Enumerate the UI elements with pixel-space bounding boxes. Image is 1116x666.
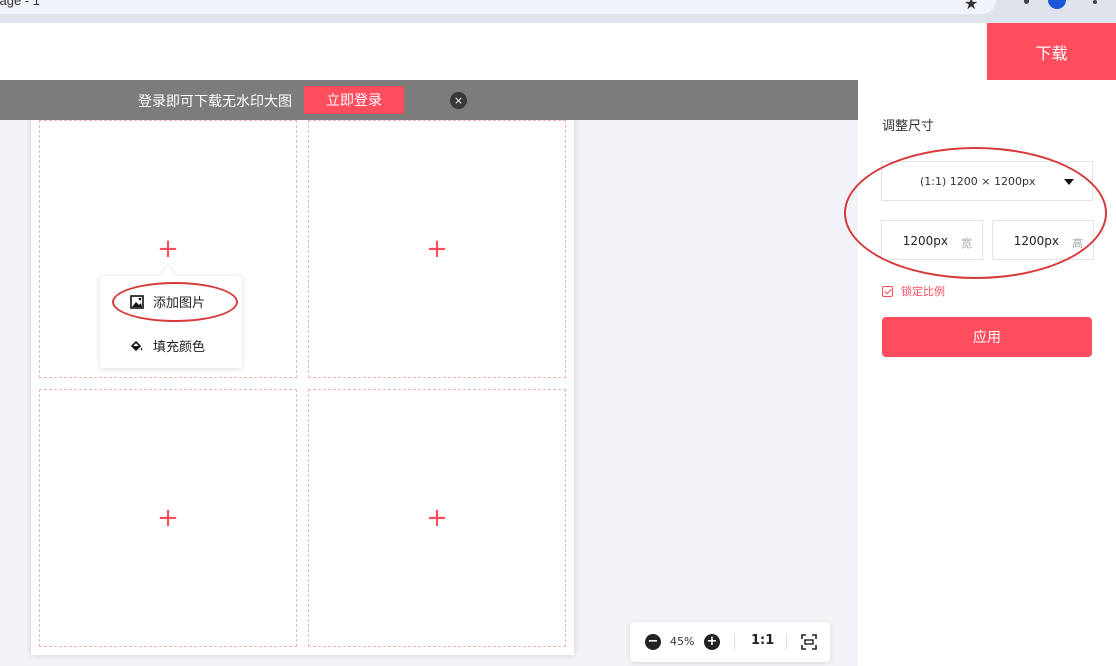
resize-panel: 调整尺寸 (1:1) 1200 × 1200px 1200px 宽 1200px…	[844, 80, 1116, 666]
paint-bucket-icon	[130, 339, 144, 353]
collage-cell-2[interactable]: +	[308, 120, 566, 378]
divider	[786, 634, 787, 650]
zoom-level: 45%	[670, 635, 695, 648]
add-plus-icon[interactable]: +	[157, 236, 179, 262]
extension-icon[interactable]	[1024, 0, 1029, 4]
add-plus-icon[interactable]: +	[426, 236, 448, 262]
login-banner: 登录即可下载无水印大图 立即登录 ×	[0, 80, 858, 120]
add-plus-icon[interactable]: +	[157, 505, 179, 531]
banner-text: 登录即可下载无水印大图	[138, 94, 292, 110]
address-bar[interactable]: collage - 1	[0, 0, 996, 14]
download-button[interactable]: 下载	[987, 23, 1116, 81]
canvas-area: + + + + 登录即可下载无水印大图 立即登录 × 添加图片 填充颜色	[0, 80, 858, 666]
collage-canvas: + + + +	[31, 112, 574, 655]
login-button[interactable]: 立即登录	[304, 86, 404, 114]
browser-menu-icon[interactable]	[1093, 0, 1097, 4]
panel-title: 调整尺寸	[882, 119, 935, 134]
fill-color-menu-item[interactable]: 填充颜色	[130, 336, 205, 355]
apply-button[interactable]: 应用	[882, 317, 1092, 357]
browser-toolbar: collage - 1 ★	[0, 0, 1116, 22]
actual-size-button[interactable]: 1:1	[751, 633, 774, 648]
annotation-ellipse	[844, 147, 1107, 279]
fit-screen-icon[interactable]	[801, 634, 817, 650]
profile-avatar-icon[interactable]	[1048, 0, 1066, 9]
collage-cell-4[interactable]: +	[308, 389, 566, 647]
collage-cell-3[interactable]: +	[39, 389, 297, 647]
app-header: 下载	[0, 22, 1116, 81]
add-plus-icon[interactable]: +	[426, 505, 448, 531]
annotation-ellipse	[112, 282, 238, 322]
zoom-toolbar: − 45% + 1:1	[630, 622, 830, 662]
divider	[734, 634, 735, 650]
checkbox-icon[interactable]	[882, 285, 893, 297]
fill-color-label: 填充颜色	[153, 340, 206, 355]
zoom-in-button[interactable]: +	[704, 634, 720, 650]
lock-ratio-checkbox[interactable]: 锁定比例	[882, 283, 945, 299]
lock-ratio-label: 锁定比例	[901, 285, 945, 298]
bookmark-star-icon[interactable]: ★	[964, 0, 978, 13]
tab-title: collage - 1	[0, 0, 40, 8]
zoom-out-button[interactable]: −	[645, 634, 661, 650]
close-icon[interactable]: ×	[450, 92, 467, 109]
